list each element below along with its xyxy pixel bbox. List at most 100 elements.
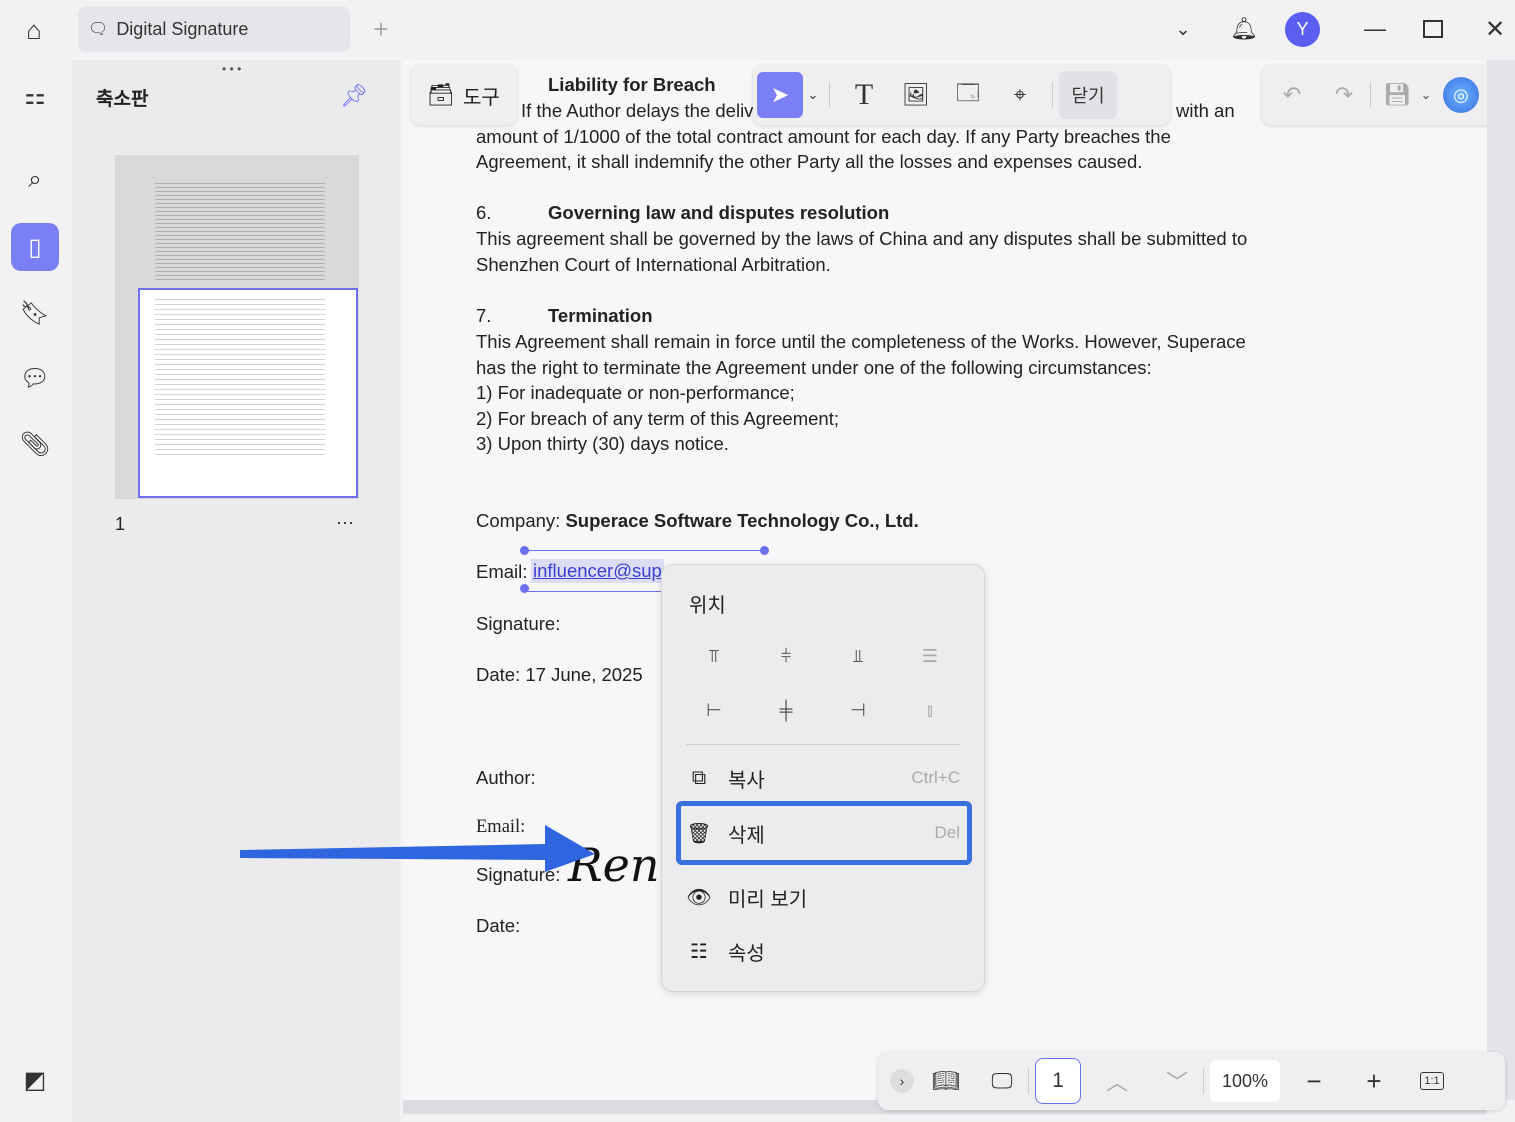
divider [829, 82, 830, 108]
close-edit-button[interactable]: 닫기 [1059, 71, 1117, 119]
distribute-vertical-icon[interactable]: ☰ [910, 641, 950, 671]
resize-handle[interactable] [520, 546, 529, 555]
menu-item-copy[interactable]: ⧉ 복사 Ctrl+C [676, 751, 972, 805]
divider [1203, 1068, 1204, 1094]
menu-item-preview[interactable]: 👁︎ 미리 보기 [676, 870, 972, 924]
menu-item-delete[interactable]: 🗑︎ 삭제 Del [676, 801, 972, 865]
pin-icon[interactable]: 📌︎ [338, 80, 370, 112]
search-icon[interactable]: ⌕ [11, 156, 59, 204]
close-window-button[interactable]: ✕ [1480, 14, 1510, 44]
previous-page-icon[interactable]: ︿ [1097, 1061, 1137, 1101]
presentation-icon[interactable]: 🖵 [982, 1061, 1022, 1101]
copy-icon: ⧉ [691, 766, 707, 789]
select-tool-button[interactable]: ➤ [757, 72, 803, 118]
actual-size-label: 1:1 [1420, 1072, 1444, 1090]
link-tool-button[interactable]: 🗔 [948, 75, 988, 115]
author-date-label: Date: [476, 915, 521, 936]
arrow-shape [240, 825, 595, 872]
company-label: Company: [476, 510, 566, 531]
page-more-button[interactable]: ··· [336, 512, 354, 533]
minimize-button[interactable]: — [1360, 14, 1390, 44]
ai-assistant-icon[interactable]: ◎ [1443, 77, 1479, 113]
align-right-icon[interactable]: ⊣ [838, 695, 878, 725]
avatar[interactable]: Y [1285, 12, 1320, 47]
tools-button[interactable]: 🗃︎ 도구 [411, 65, 517, 125]
divider [686, 744, 960, 745]
expand-icon[interactable]: › [890, 1069, 914, 1093]
menu-item-properties[interactable]: ☷ 속성 [676, 924, 972, 978]
undo-icon[interactable]: ↶ [1272, 75, 1312, 115]
resize-handle[interactable] [760, 546, 769, 555]
left-rail: ⚏ ⌕ ▯ 🔖︎ 💬︎ 📎︎ ◩ [0, 60, 72, 1122]
menu-item-shortcut: Ctrl+C [911, 768, 960, 787]
email-link[interactable]: influencer@sup [531, 559, 664, 583]
layers-icon[interactable]: ◩ [11, 1056, 59, 1104]
menu-item-label: 복사 [728, 769, 765, 792]
resize-handle[interactable]: • • • [222, 62, 241, 76]
thumbnails-button[interactable]: ▯ [11, 223, 59, 271]
company-value: Superace Software Technology Co., Ltd. [565, 510, 919, 531]
bell-icon[interactable]: 🔔︎ [1228, 12, 1260, 46]
document-tab[interactable]: 🗨 Digital Signature [78, 6, 350, 52]
preview-icon: 👁︎ [686, 886, 712, 909]
chevron-down-icon[interactable]: ⌄ [803, 75, 823, 115]
trash-icon: 🗑︎ [686, 822, 712, 845]
align-middle-icon[interactable]: ⫩ [766, 641, 806, 671]
tab-title: Digital Signature [116, 18, 249, 39]
text-line: 3) Upon thirty (30) days notice. [476, 433, 729, 454]
resize-handle[interactable] [520, 584, 529, 593]
text-line: If the Author delays the delivery [521, 100, 780, 121]
text-line: Agreement, it shall indemnify the other … [476, 151, 1143, 172]
signature-label: Signature: [476, 613, 561, 634]
section-heading: Termination [548, 305, 653, 326]
section-number: 6. [476, 202, 492, 223]
redo-icon[interactable]: ↷ [1324, 75, 1364, 115]
image-tool-button[interactable]: 🖼︎ [896, 75, 936, 115]
location-tool-button[interactable]: ⌖ [1000, 75, 1040, 115]
zoom-in-button[interactable]: + [1354, 1061, 1394, 1101]
align-top-icon[interactable]: ⫪ [694, 641, 734, 671]
menu-item-label: 미리 보기 [728, 888, 808, 911]
attachment-icon[interactable]: 📎︎ [11, 420, 59, 468]
comment-icon[interactable]: 💬︎ [11, 354, 59, 402]
next-page-icon[interactable]: ﹀ [1157, 1061, 1197, 1101]
date-label: Date: 17 June, 2025 [476, 664, 643, 685]
new-tab-button[interactable]: + [366, 14, 396, 44]
text-line: Shenzhen Court of International Arbitrat… [476, 254, 831, 275]
edit-toolbar: ➤ ⌄ T 🖼︎ 🗔 ⌖ 닫기 [753, 65, 1170, 125]
text-line: 1) For inadequate or non-performance; [476, 382, 795, 403]
page-number-input[interactable]: 1 [1035, 1058, 1081, 1104]
text-line: amount of 1/1000 of the total contract a… [476, 126, 1171, 147]
menu-item-label: 속성 [728, 942, 765, 965]
align-bottom-icon[interactable]: ⫫ [838, 641, 878, 671]
thumbnail-text [155, 295, 325, 455]
page-number-label: 1 [115, 514, 126, 534]
title-bar: ⌂ 🗨 Digital Signature + ⌄ 🔔︎ Y — ✕ [0, 0, 1515, 60]
align-left-icon[interactable]: ⊢ [694, 695, 734, 725]
email-label: Email: [476, 561, 528, 582]
page-thumbnail[interactable] [115, 155, 359, 499]
vertical-scrollbar[interactable] [1487, 60, 1515, 1100]
home-icon[interactable]: ⌂ [16, 12, 52, 48]
bookmark-icon[interactable]: 🔖︎ [11, 289, 59, 337]
page-layout-icon[interactable]: 📖︎ [926, 1061, 966, 1101]
save-icon[interactable]: 💾︎ [1377, 75, 1417, 115]
grid-icon[interactable]: ⚏ [11, 72, 59, 120]
section-heading: Liability for Breach [548, 74, 716, 95]
chevron-down-icon[interactable]: ⌄ [1417, 75, 1435, 115]
align-center-icon[interactable]: ╪ [766, 695, 806, 725]
thumbnail-panel: • • • 축소판 📌︎ 1 ··· [72, 60, 400, 1122]
text-tool-button[interactable]: T [844, 75, 884, 115]
author-label: Author: [476, 767, 536, 788]
zoom-out-button[interactable]: − [1294, 1061, 1334, 1101]
zoom-level[interactable]: 100% [1210, 1060, 1280, 1102]
menu-item-shortcut: Del [934, 823, 960, 842]
page-toolbar: › 📖︎ 🖵 1 ︿ ﹀ 100% − + 1:1 [878, 1052, 1505, 1110]
context-menu: 위치 ⫪ ⫩ ⫫ ☰ ⊢ ╪ ⊣ ⫾ ⧉ 복사 Ctrl+C 🗑︎ 삭제 Del… [661, 564, 985, 992]
maximize-button[interactable] [1423, 20, 1443, 38]
properties-icon: ☷ [690, 940, 708, 963]
divider [1052, 82, 1053, 108]
chevron-down-icon[interactable]: ⌄ [1168, 14, 1198, 44]
distribute-horizontal-icon[interactable]: ⫾ [910, 695, 950, 725]
actual-size-button[interactable]: 1:1 [1412, 1061, 1452, 1101]
